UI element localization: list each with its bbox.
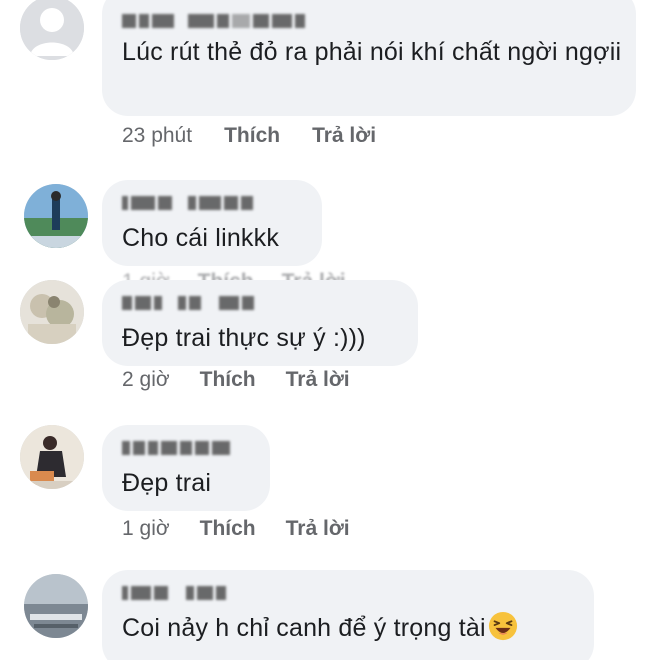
comment-bubble: Đẹp trai: [102, 425, 270, 511]
like-button[interactable]: Thích: [200, 368, 256, 392]
comment-bubble: Cho cái linkkk: [102, 180, 322, 266]
reply-button[interactable]: Trả lời: [312, 124, 376, 148]
comment-item: Cho cái linkkk 1 giờ Thích Trả lời: [0, 180, 660, 293]
avatar[interactable]: [24, 574, 88, 638]
like-button[interactable]: Thích: [224, 124, 280, 148]
comment-bubble: Đẹp trai thực sự ý :))): [102, 280, 418, 366]
comment-text: Cho cái linkkk: [122, 224, 280, 252]
commenter-name-blurred[interactable]: [122, 10, 616, 32]
comment-item: Đẹp trai thực sự ý :))) 2 giờ Thích Trả …: [0, 280, 660, 400]
comment-text: Lúc rút thẻ đỏ ra phải nói khí chất ngời…: [122, 38, 622, 66]
commenter-name-blurred[interactable]: [122, 192, 302, 214]
avatar[interactable]: [20, 280, 84, 344]
avatar[interactable]: [20, 425, 84, 489]
comment-timestamp[interactable]: 2 giờ: [122, 368, 170, 392]
avatar[interactable]: [24, 184, 88, 248]
like-button[interactable]: Thích: [200, 517, 256, 541]
commenter-name-blurred[interactable]: [122, 582, 574, 604]
comment-item: Coi nảy h chỉ canh để ý trọng tài: [0, 570, 660, 660]
comment-actions: 23 phút Thích Trả lời: [122, 124, 376, 148]
commenter-name-blurred[interactable]: [122, 292, 398, 314]
commenter-name-blurred[interactable]: [122, 437, 250, 459]
comment-actions: 2 giờ Thích Trả lời: [122, 368, 350, 392]
comment-thread: Lúc rút thẻ đỏ ra phải nói khí chất ngời…: [0, 0, 660, 660]
comment-timestamp[interactable]: 23 phút: [122, 124, 192, 148]
reply-button[interactable]: Trả lời: [286, 517, 350, 541]
comment-text: Đẹp trai thực sự ý :))): [122, 324, 366, 352]
comment-text: Coi nảy h chỉ canh để ý trọng tài: [122, 610, 574, 646]
comment-bubble: Coi nảy h chỉ canh để ý trọng tài: [102, 570, 594, 660]
comment-item: Lúc rút thẻ đỏ ra phải nói khí chất ngời…: [0, 0, 660, 160]
comment-item: Đẹp trai 1 giờ Thích Trả lời: [0, 425, 660, 555]
comment-text-content: Coi nảy h chỉ canh để ý trọng tài: [122, 614, 486, 642]
comment-text: Đẹp trai: [122, 469, 212, 497]
default-avatar-icon[interactable]: [20, 0, 84, 60]
laughing-face-emoji-icon: [488, 611, 517, 641]
reply-button[interactable]: Trả lời: [286, 368, 350, 392]
comment-bubble: Lúc rút thẻ đỏ ra phải nói khí chất ngời…: [102, 0, 636, 116]
comment-actions: 1 giờ Thích Trả lời: [122, 517, 350, 541]
comment-timestamp[interactable]: 1 giờ: [122, 517, 170, 541]
